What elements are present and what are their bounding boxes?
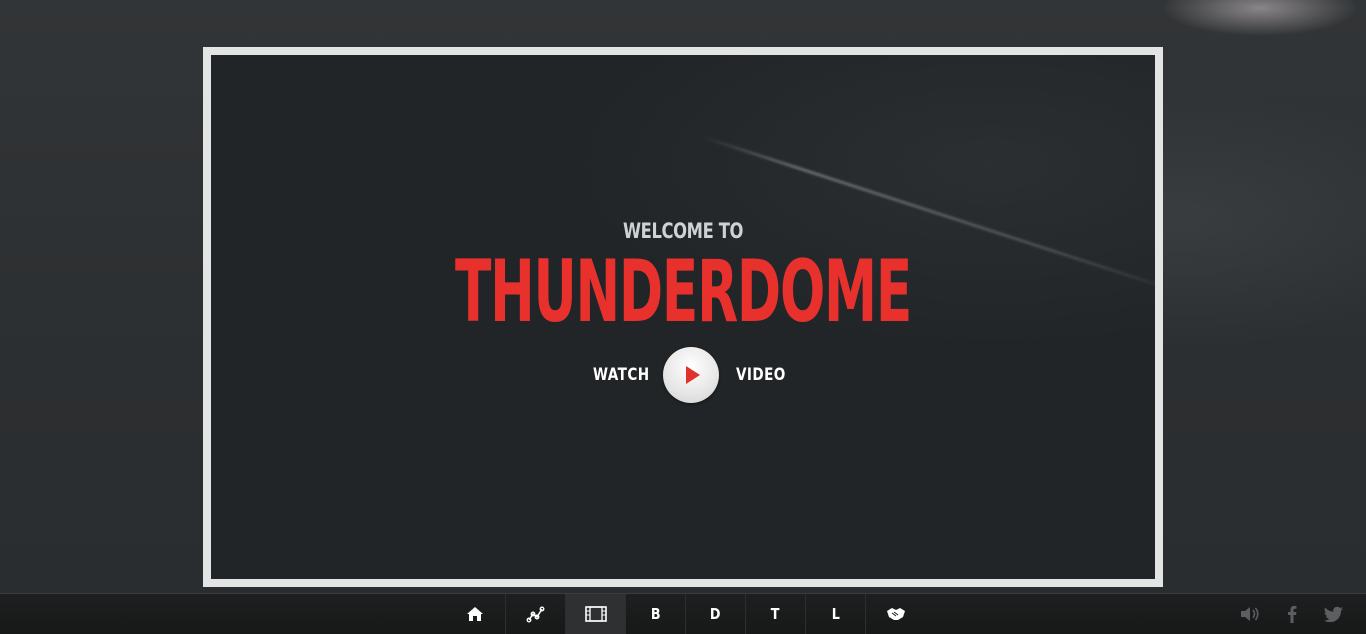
nav-film[interactable] [565, 594, 625, 634]
nav-d[interactable]: D [685, 594, 745, 634]
graph-icon [526, 606, 544, 623]
nav-l[interactable]: L [805, 594, 865, 634]
twitter-link[interactable] [1324, 604, 1344, 624]
nav-home[interactable] [445, 594, 505, 634]
welcome-heading: WELCOME TO [622, 219, 744, 243]
hero-frame: WELCOME TO THUNDERDOME WATCH VIDEO [203, 47, 1163, 587]
nav-b[interactable]: B [625, 594, 685, 634]
facebook-icon [1288, 605, 1297, 623]
background-stage: WELCOME TO THUNDERDOME WATCH VIDEO [0, 0, 1366, 593]
main-nav: B D T L [445, 594, 925, 634]
nav-graph[interactable] [505, 594, 565, 634]
video-label: VIDEO [736, 365, 786, 385]
volume-icon [1241, 607, 1259, 621]
social-links [1240, 594, 1344, 634]
film-icon [584, 606, 607, 622]
nav-label-b: B [650, 605, 661, 623]
twitter-icon [1324, 606, 1343, 622]
play-icon [686, 366, 700, 384]
site-title: THUNDERDOME [454, 242, 912, 342]
play-video-button[interactable] [663, 347, 719, 403]
nav-t[interactable]: T [745, 594, 805, 634]
home-icon [467, 607, 483, 621]
watch-video-row: WATCH VIDEO [211, 347, 1155, 403]
nav-label-d: D [710, 605, 721, 623]
volume-button[interactable] [1240, 604, 1260, 624]
nav-label-t: T [771, 605, 780, 623]
handshake-icon [886, 608, 905, 620]
facebook-link[interactable] [1282, 604, 1302, 624]
watch-label: WATCH [593, 365, 650, 385]
nav-label-l: L [831, 605, 840, 623]
bottom-navigation-bar: B D T L [0, 593, 1366, 634]
hero-content: WELCOME TO THUNDERDOME [211, 218, 1155, 342]
nav-handshake[interactable] [865, 594, 925, 634]
